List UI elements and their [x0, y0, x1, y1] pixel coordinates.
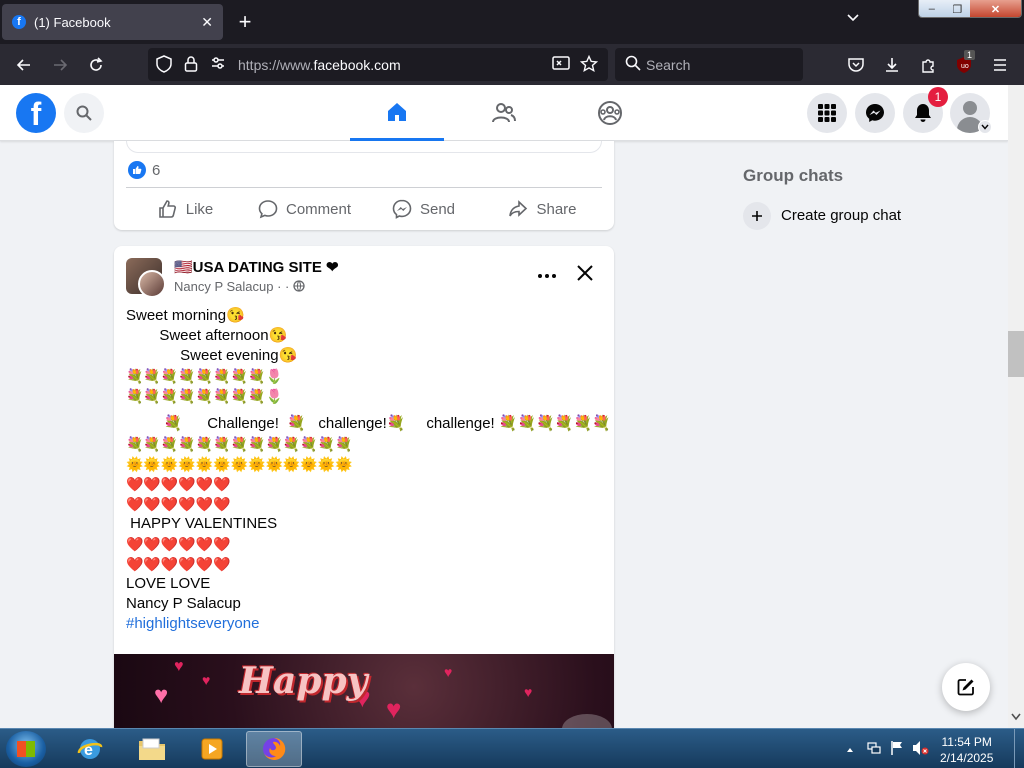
forward-icon[interactable] [48, 53, 72, 77]
system-clock[interactable]: 11:54 PM 2/14/2025 [940, 734, 993, 766]
svg-text:uo: uo [961, 63, 969, 70]
show-desktop-button[interactable] [1014, 729, 1024, 768]
comment-box[interactable] [126, 141, 602, 153]
action-center-flag-icon[interactable] [890, 740, 904, 759]
downloads-icon[interactable] [880, 53, 904, 77]
facebook-header: f 1 [0, 85, 1008, 141]
windows-taskbar: e 11:54 PM 2/14/2025 [0, 728, 1024, 768]
search-bar[interactable]: Search [615, 48, 803, 81]
nav-toolbar: https://www.facebook.com Search uo 1 [0, 44, 1024, 85]
post-actions: Like Comment Send Share [126, 195, 602, 223]
share-arrow-icon [508, 199, 528, 219]
window-controls: – ❐ ✕ [918, 0, 1022, 18]
search-placeholder: Search [646, 57, 691, 73]
firefox-taskbar-icon[interactable] [246, 731, 302, 767]
post-card: 6 Like Comment Send Share [114, 141, 614, 230]
new-tab-button[interactable]: + [234, 9, 256, 35]
shield-icon[interactable] [156, 55, 172, 76]
volume-muted-icon[interactable] [912, 740, 930, 759]
group-chats-heading: Group chats [743, 166, 844, 185]
post-image[interactable]: ♥ ♥ ♥ ♥ ♥ ♥ ♥ Happy [114, 654, 614, 736]
compose-icon [957, 679, 974, 696]
menu-grid-icon[interactable] [807, 93, 847, 133]
page-scrollbar[interactable] [1008, 85, 1024, 728]
facebook-favicon-icon: f [12, 15, 26, 29]
group-name[interactable]: 🇺🇸USA DATING SITE ❤ [174, 258, 339, 276]
create-group-chat-link[interactable]: Create group chat [781, 207, 901, 224]
url-text[interactable]: https://www.facebook.com [238, 57, 401, 73]
facebook-search-icon[interactable] [64, 93, 104, 133]
scrollbar-thumb[interactable] [1008, 331, 1024, 377]
facebook-logo[interactable]: f [16, 93, 56, 133]
permissions-icon[interactable] [210, 55, 226, 74]
tab-close-icon[interactable]: ✕ [201, 14, 213, 31]
minimize-button[interactable]: – [919, 0, 945, 17]
scroll-down-icon[interactable] [1011, 713, 1021, 724]
home-tab-icon[interactable] [350, 85, 444, 141]
friends-tab-icon[interactable] [457, 85, 551, 141]
list-all-tabs-icon[interactable] [846, 10, 860, 27]
pocket-icon[interactable] [844, 53, 868, 77]
groups-tab-icon[interactable] [563, 85, 657, 141]
clock-time: 11:54 PM [941, 735, 992, 749]
lock-icon[interactable] [184, 55, 198, 76]
reader-mode-icon[interactable] [552, 55, 570, 74]
start-button[interactable] [6, 731, 46, 767]
extensions-icon[interactable] [916, 53, 940, 77]
menu-hamburger-icon[interactable] [988, 53, 1012, 77]
reaction-summary[interactable]: 6 [128, 161, 160, 179]
maximize-button[interactable]: ❐ [944, 0, 970, 17]
hide-post-icon[interactable] [576, 262, 594, 288]
like-reaction-icon [128, 161, 146, 179]
internet-explorer-icon[interactable]: e [62, 731, 118, 767]
more-options-icon[interactable] [538, 262, 556, 283]
like-button[interactable]: Like [126, 195, 245, 223]
tab-facebook[interactable]: f (1) Facebook ✕ [2, 4, 223, 40]
reload-icon[interactable] [84, 53, 108, 77]
plus-icon[interactable] [743, 202, 771, 230]
thumbs-up-icon [158, 199, 178, 219]
post-meta: Nancy P Salacup · · [174, 279, 305, 294]
tab-title: (1) Facebook [34, 14, 111, 30]
ublock-badge: 1 [964, 50, 976, 60]
post-text: Sweet morning😘 Sweet afternoon😘 Sweet ev… [126, 307, 611, 634]
messenger-send-icon [392, 199, 412, 219]
bookmark-star-icon[interactable] [579, 54, 599, 76]
clock-date: 2/14/2025 [940, 751, 994, 765]
comment-button[interactable]: Comment [245, 195, 364, 223]
tab-strip: f (1) Facebook ✕ + – ❐ ✕ [0, 0, 1024, 44]
hashtag-link[interactable]: #highlightseveryone [126, 614, 602, 634]
url-bar[interactable]: https://www.facebook.com [148, 48, 608, 81]
show-hidden-icons[interactable] [846, 742, 854, 756]
search-icon [625, 55, 641, 74]
author-name[interactable]: Nancy P Salacup [174, 279, 274, 294]
close-window-button[interactable]: ✕ [970, 0, 1021, 17]
globe-icon [293, 279, 305, 294]
image-greeting-text: Happy [239, 660, 368, 702]
file-explorer-icon[interactable] [124, 731, 180, 767]
messenger-icon[interactable] [855, 93, 895, 133]
share-button[interactable]: Share [483, 195, 602, 223]
comment-icon [258, 199, 278, 219]
send-button[interactable]: Send [364, 195, 483, 223]
back-icon[interactable] [12, 53, 36, 77]
new-message-button[interactable] [942, 663, 990, 711]
author-avatar[interactable] [138, 270, 166, 298]
notification-badge: 1 [928, 87, 948, 107]
network-icon[interactable] [866, 740, 882, 759]
post-card: 🇺🇸USA DATING SITE ❤ Nancy P Salacup · · … [114, 246, 614, 736]
account-chevron-icon[interactable] [978, 120, 992, 134]
like-count: 6 [152, 161, 161, 179]
media-player-icon[interactable] [184, 731, 240, 767]
